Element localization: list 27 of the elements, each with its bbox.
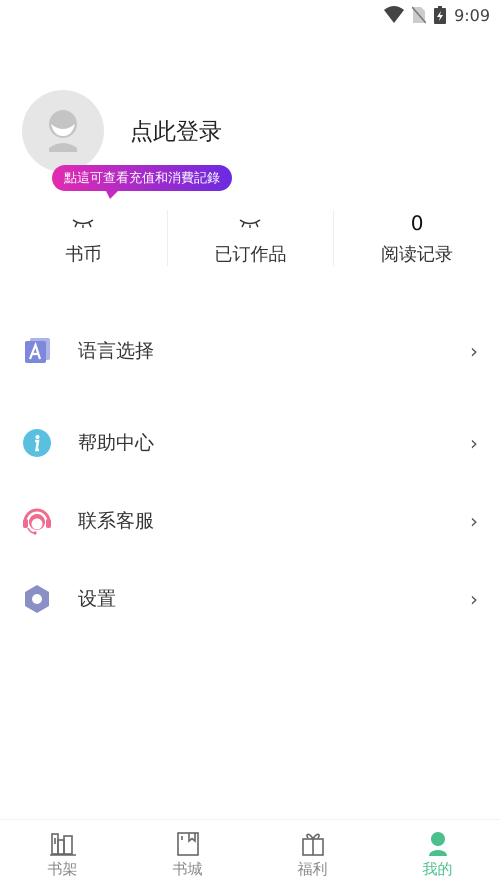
stat-label[interactable]: 已订作品 (214, 242, 286, 266)
recharge-tooltip: 點這可查看充值和消費記錄 (52, 165, 232, 191)
nav-tab[interactable]: 福利 (250, 820, 375, 888)
letter-a-icon (22, 336, 52, 366)
status-time: 9:09 (454, 6, 490, 24)
nav-tab[interactable]: 书城 (125, 820, 250, 888)
chevron-icon: › (470, 339, 478, 363)
headset-icon (22, 506, 52, 536)
nav-tab[interactable]: 书架 (0, 820, 125, 888)
info-icon (22, 428, 52, 458)
menu-item[interactable]: 设置 (78, 586, 470, 612)
stat-label[interactable]: 阅读记录 (381, 242, 454, 266)
stat-label[interactable]: 书币 (65, 242, 102, 266)
chevron-icon: › (470, 431, 478, 455)
avatar-icon[interactable] (22, 90, 104, 172)
stat-value: 0 (410, 211, 424, 235)
no-sim-icon (412, 6, 426, 24)
login-link[interactable]: 点此登录 (130, 116, 222, 146)
menu-item[interactable]: 语言选择 (78, 338, 470, 364)
battery-charging-icon (434, 6, 446, 24)
tooltip-tail (106, 191, 118, 199)
hexagon-icon (22, 584, 52, 614)
menu-item[interactable]: 帮助中心 (78, 430, 470, 456)
menu-item[interactable]: 联系客服 (78, 508, 470, 534)
wifi-icon (384, 6, 404, 24)
chevron-icon: › (470, 509, 478, 533)
chevron-icon: › (470, 587, 478, 611)
